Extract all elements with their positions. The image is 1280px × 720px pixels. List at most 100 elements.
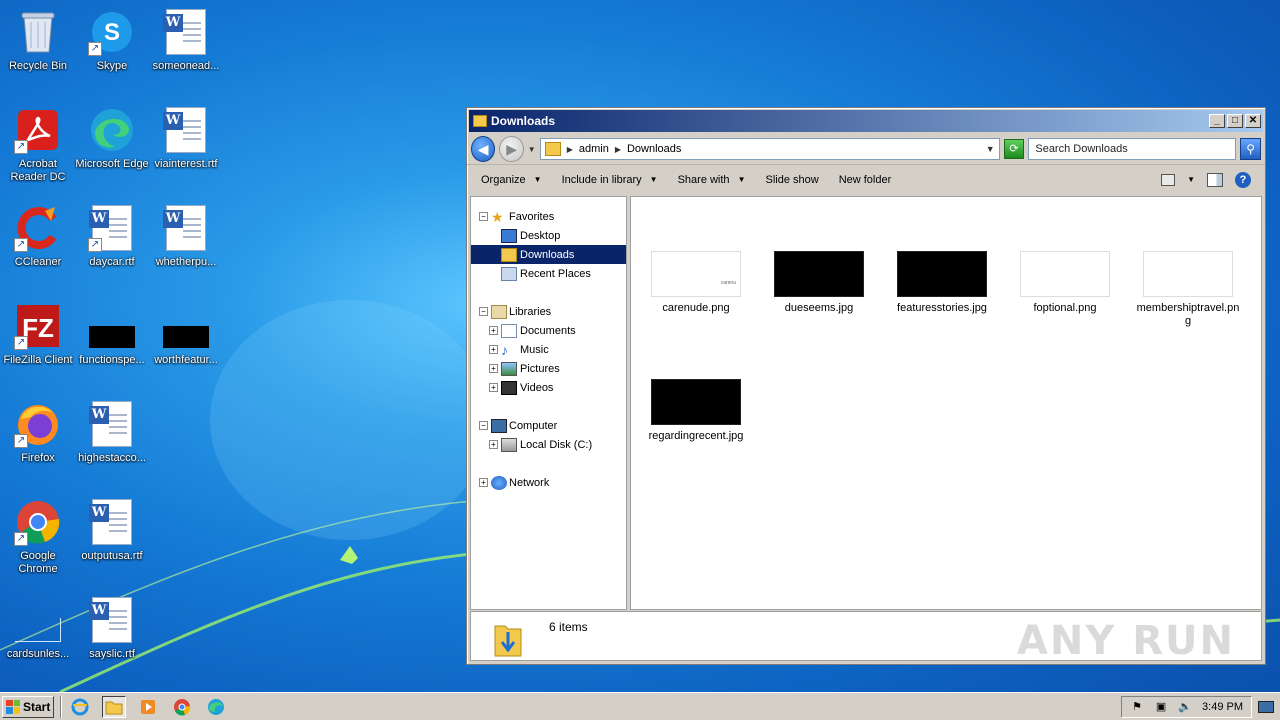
nav-label: Local Disk (C:)	[520, 438, 593, 451]
desktop-icon-image[interactable]: worthfeatur...	[148, 296, 224, 388]
expand-icon[interactable]: +	[479, 478, 488, 487]
desktop-icon-chrome[interactable]: ↗ Google Chrome	[0, 492, 76, 584]
nav-item-documents[interactable]: + Documents	[471, 321, 626, 340]
edge-icon[interactable]	[204, 696, 228, 718]
clock[interactable]: 3:49 PM	[1202, 701, 1243, 713]
explorer-window[interactable]: Downloads _ □ ✕ ◀ ▶ ▼ ▶ admin ▶ Download…	[466, 107, 1266, 665]
expand-icon[interactable]: +	[489, 440, 498, 449]
file-item[interactable]: carenu carenude.png	[643, 251, 749, 315]
action-center-flag-icon[interactable]: ⚑	[1130, 700, 1144, 714]
desktop-icon-document[interactable]: W whetherpu...	[148, 198, 224, 290]
address-field[interactable]: ▶ admin ▶ Downloads ▼	[539, 138, 1000, 160]
desktop-icon-document[interactable]: W highestacco...	[74, 394, 150, 486]
file-item[interactable]: membershiptravel.png	[1135, 251, 1241, 328]
volume-icon[interactable]: 🔈	[1178, 700, 1192, 714]
breadcrumb-chevron-icon[interactable]: ▶	[615, 145, 621, 154]
nav-label: Computer	[509, 419, 558, 432]
desktop-icon-ccleaner[interactable]: ↗ CCleaner	[0, 198, 76, 290]
caret-down-icon: ▼	[649, 175, 658, 184]
libraries-icon	[491, 304, 507, 319]
minimize-button[interactable]: _	[1209, 114, 1225, 128]
desktop-icon-document[interactable]: W viainterest.rtf	[148, 100, 224, 192]
folder-icon	[473, 115, 487, 127]
nav-label: Network	[509, 476, 550, 489]
media-player-icon[interactable]	[136, 696, 160, 718]
desktop-icon-firefox[interactable]: ↗ Firefox	[0, 394, 76, 486]
desktop-icon-skype[interactable]: S ↗ Skype	[74, 2, 150, 94]
nav-item-local-disk[interactable]: + Local Disk (C:)	[471, 435, 626, 454]
maximize-button[interactable]: □	[1227, 114, 1243, 128]
show-desktop-button[interactable]	[1258, 700, 1274, 713]
desktop-icon-document[interactable]: W sayslic.rtf	[74, 590, 150, 682]
breadcrumb-admin[interactable]: admin	[579, 143, 609, 155]
image-thumbnail: carenu	[651, 251, 741, 297]
view-options-dropdown-icon[interactable]: ▼	[1187, 175, 1195, 184]
nav-item-favorites[interactable]: − ★ Favorites	[471, 207, 626, 226]
chrome-icon[interactable]	[170, 696, 194, 718]
shortcut-arrow-icon: ↗	[14, 532, 28, 546]
nav-item-pictures[interactable]: + Pictures	[471, 359, 626, 378]
slide-show-button[interactable]: Slide show	[765, 174, 818, 186]
file-list[interactable]: carenu carenude.png dueseems.jpg feature…	[630, 196, 1262, 610]
expand-icon[interactable]: +	[489, 345, 498, 354]
internet-explorer-icon[interactable]	[68, 696, 92, 718]
preview-pane-icon[interactable]	[1207, 172, 1223, 187]
desktop-icon-filezilla[interactable]: FZ ↗ FileZilla Client	[0, 296, 76, 388]
file-item[interactable]: featuresstories.jpg	[889, 251, 995, 315]
network-tray-icon[interactable]: ▣	[1154, 700, 1168, 714]
caret-down-icon: ▼	[737, 175, 746, 184]
collapse-icon[interactable]: −	[479, 421, 488, 430]
breadcrumb-chevron-icon[interactable]: ▶	[567, 145, 573, 154]
nav-item-downloads[interactable]: Downloads	[471, 245, 626, 264]
file-item[interactable]: dueseems.jpg	[766, 251, 872, 315]
desktop-icon-acrobat[interactable]: ↗ Acrobat Reader DC	[0, 100, 76, 192]
expand-icon[interactable]: +	[489, 383, 498, 392]
new-folder-button[interactable]: New folder	[839, 174, 892, 186]
window-titlebar[interactable]: Downloads _ □ ✕	[469, 110, 1263, 132]
desktop-icon-label: cardsunles...	[6, 648, 70, 660]
collapse-icon[interactable]: −	[479, 307, 488, 316]
change-view-icon[interactable]	[1161, 173, 1176, 186]
help-icon[interactable]: ?	[1235, 171, 1251, 188]
organize-button[interactable]: Organize ▼	[481, 174, 542, 186]
close-button[interactable]: ✕	[1245, 114, 1261, 128]
refresh-button[interactable]: ⟳	[1003, 139, 1025, 159]
desktop-icon-document[interactable]: W ↗ daycar.rtf	[74, 198, 150, 290]
desktop-icon-image[interactable]: cardsunles...	[0, 590, 76, 682]
file-name: membershiptravel.png	[1136, 302, 1240, 327]
nav-item-recent-places[interactable]: Recent Places	[471, 264, 626, 283]
word-document-icon: W	[162, 8, 210, 56]
include-in-library-button[interactable]: Include in library ▼	[562, 174, 658, 186]
desktop-icon-document[interactable]: W outputusa.rtf	[74, 492, 150, 584]
expand-icon[interactable]: +	[489, 364, 498, 373]
file-item[interactable]: foptional.png	[1012, 251, 1118, 315]
file-item[interactable]: regardingrecent.jpg	[643, 379, 749, 443]
image-thumbnail	[1143, 251, 1233, 297]
search-input[interactable]: Search Downloads	[1028, 138, 1237, 160]
breadcrumb-downloads[interactable]: Downloads	[627, 143, 681, 155]
back-button[interactable]: ◀	[471, 136, 496, 162]
search-icon[interactable]: ⚲	[1240, 138, 1262, 160]
collapse-icon[interactable]: −	[479, 212, 488, 221]
nav-item-computer[interactable]: − Computer	[471, 416, 626, 435]
desktop-icon-label: viainterest.rtf	[154, 158, 218, 170]
forward-button[interactable]: ▶	[499, 136, 524, 162]
nav-item-desktop[interactable]: Desktop	[471, 226, 626, 245]
navigation-pane[interactable]: − ★ Favorites Desktop Downloads Recent P…	[470, 196, 627, 610]
nav-label: Libraries	[509, 305, 552, 318]
desktop-icon-image[interactable]: functionspe...	[74, 296, 150, 388]
shortcut-arrow-icon: ↗	[88, 42, 102, 56]
desktop-icon-document[interactable]: W someonead...	[148, 2, 224, 94]
nav-item-libraries[interactable]: − Libraries	[471, 302, 626, 321]
nav-item-network[interactable]: + Network	[471, 473, 626, 492]
desktop-icon-recycle-bin[interactable]: Recycle Bin	[0, 2, 76, 94]
address-dropdown-icon[interactable]: ▼	[986, 144, 995, 154]
file-explorer-icon[interactable]	[102, 695, 126, 718]
desktop-icon-edge[interactable]: Microsoft Edge	[74, 100, 150, 192]
history-dropdown-icon[interactable]: ▼	[528, 145, 536, 154]
expand-icon[interactable]: +	[489, 326, 498, 335]
nav-item-videos[interactable]: + Videos	[471, 378, 626, 397]
start-button[interactable]: Start	[2, 695, 54, 718]
share-with-button[interactable]: Share with ▼	[678, 174, 746, 186]
nav-item-music[interactable]: + ♪ Music	[471, 340, 626, 359]
